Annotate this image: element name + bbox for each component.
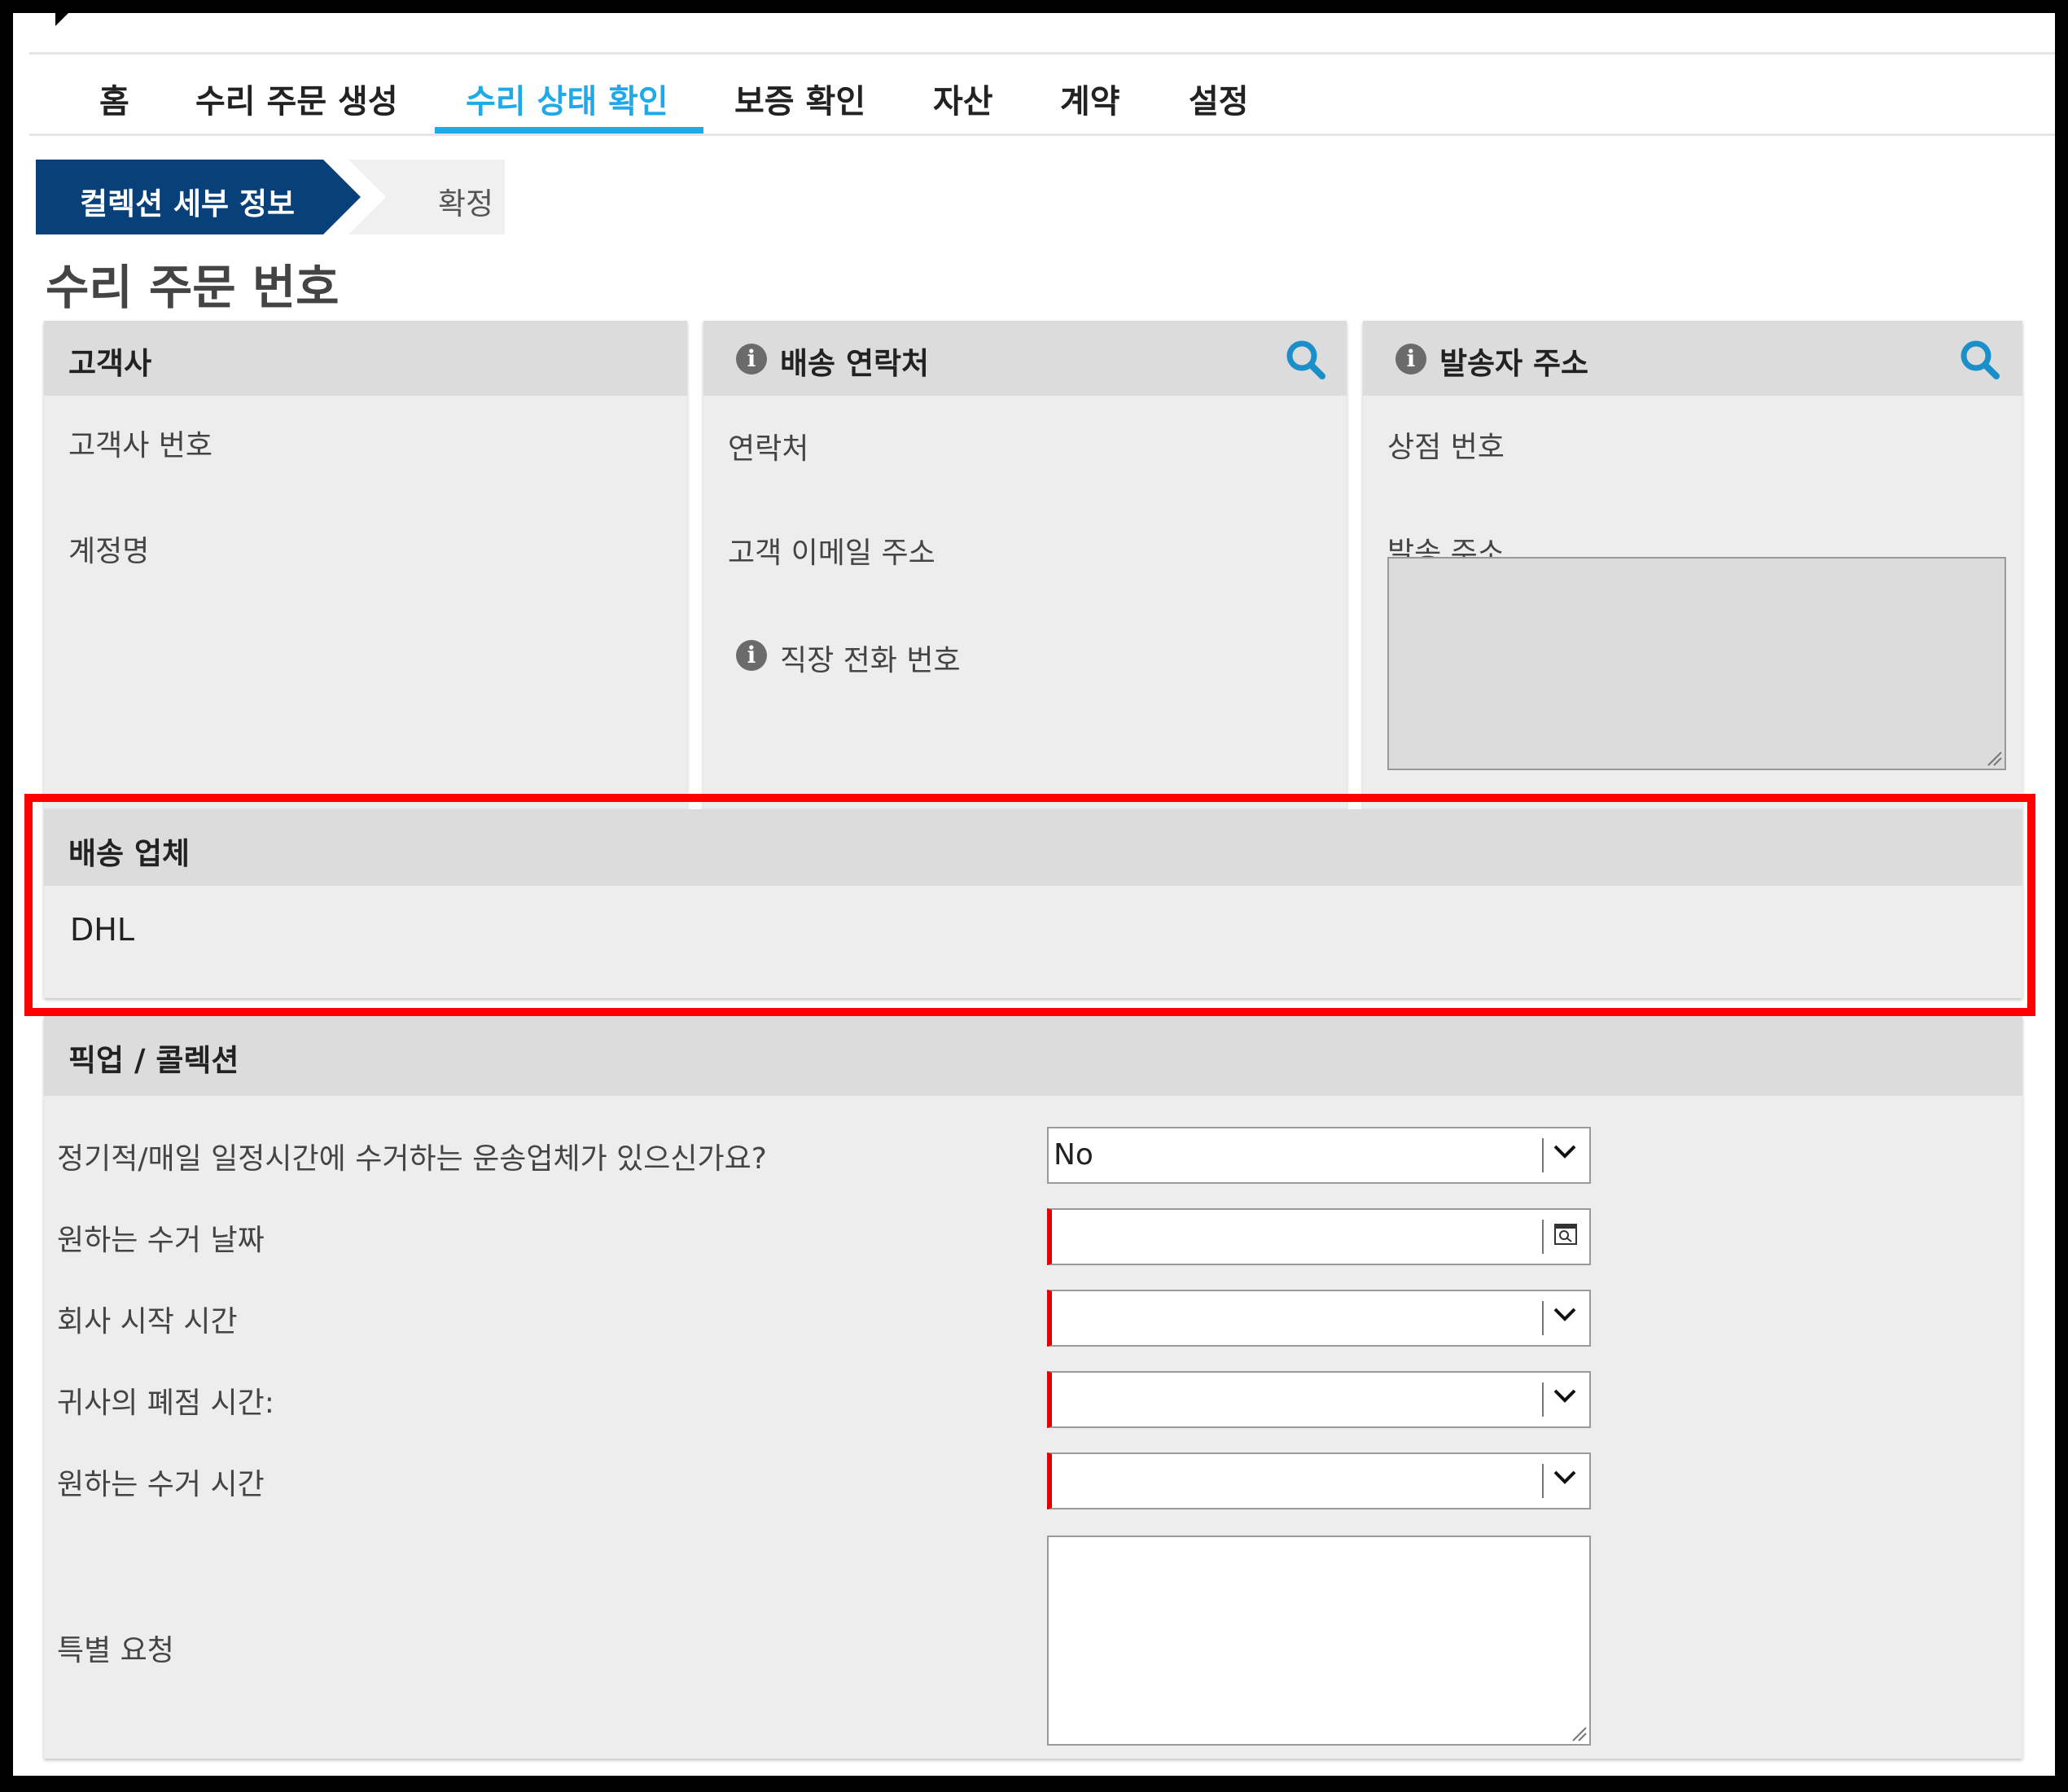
sender-address-card: i 발송자 주소 상점 번호 발송 주소 [1363, 321, 2022, 809]
shipping-contact-card: i 배송 연락처 연락처 고객 이메일 주소 i 직장 전화 번호 [703, 321, 1347, 809]
app-frame: 홈 수리 주문 생성 수리 상태 확인 보증 확인 자산 계약 설정 확정 컬렉… [13, 13, 2055, 1776]
customer-card: 고객사 고객사 번호 계정명 [44, 321, 687, 809]
select-separator [1542, 1382, 1544, 1417]
step-confirm-label: 확정 [438, 186, 494, 221]
shipping-contact-header: i 배송 연락처 [703, 321, 1347, 396]
resize-grip-icon[interactable] [1570, 1724, 1588, 1742]
shipping-address-textarea[interactable] [1387, 557, 2006, 770]
chevron-down-icon[interactable] [1550, 1137, 1579, 1166]
special-request-textarea[interactable] [1047, 1536, 1591, 1746]
pickup-time-select[interactable] [1047, 1452, 1591, 1509]
sender-address-header: i 발송자 주소 [1363, 321, 2022, 396]
customer-number-label: 고객사 번호 [68, 429, 213, 462]
regular-pickup-select[interactable]: No [1047, 1127, 1591, 1184]
pickup-date-input[interactable] [1047, 1208, 1591, 1265]
step-collection-details-label: 컬렉션 세부 정보 [80, 186, 296, 221]
company-start-label: 회사 시작 시간 [57, 1305, 238, 1339]
step-collection-details: 컬렉션 세부 정보 [36, 160, 323, 234]
nav-warranty-check[interactable]: 보증 확인 [734, 75, 865, 122]
select-separator [1542, 1138, 1544, 1172]
pickup-card-title: 픽업 / 콜렉션 [68, 1043, 239, 1078]
sender-address-title: 발송자 주소 [1439, 346, 1589, 381]
nav-settings[interactable]: 설정 [1189, 75, 1249, 122]
customer-card-title: 고객사 [68, 346, 152, 381]
account-name-label: 계정명 [68, 535, 150, 568]
select-separator [1542, 1301, 1544, 1335]
contact-label: 연락처 [728, 432, 809, 466]
nav-contracts[interactable]: 계약 [1060, 75, 1120, 122]
page-title: 수리 주문 번호 [46, 260, 340, 315]
nav-home[interactable]: 홈 [99, 75, 129, 122]
select-separator [1542, 1464, 1544, 1498]
info-icon: i [1395, 344, 1426, 375]
store-number-label: 상점 번호 [1387, 431, 1505, 464]
nav-assets[interactable]: 자산 [933, 75, 993, 122]
info-icon: i [736, 640, 767, 671]
info-icon: i [736, 344, 767, 375]
nav-create-repair-order[interactable]: 수리 주문 생성 [195, 75, 398, 122]
regular-pickup-value: No [1054, 1138, 1093, 1172]
active-tab-underline [435, 127, 703, 134]
top-divider [29, 52, 2055, 55]
chevron-down-icon[interactable] [1550, 1462, 1579, 1492]
window-corner [55, 13, 68, 26]
nav-repair-status[interactable]: 수리 상태 확인 [466, 75, 668, 122]
company-close-label: 귀사의 폐점 시간: [57, 1387, 274, 1420]
regular-pickup-label: 정기적/매일 일정시간에 수거하는 운송업체가 있으신가요? [57, 1142, 767, 1176]
step-arrow [323, 160, 361, 234]
search-icon[interactable] [1957, 337, 2003, 383]
pickup-time-label: 원하는 수거 시간 [57, 1468, 265, 1501]
work-phone-label: 직장 전화 번호 [780, 644, 961, 677]
pickup-card-header: 픽업 / 콜렉션 [44, 1016, 2022, 1096]
highlight-box [24, 794, 2035, 1016]
resize-grip-icon[interactable] [1985, 749, 2003, 767]
search-icon[interactable] [1283, 337, 1329, 383]
customer-card-header: 고객사 [44, 321, 687, 396]
company-start-select[interactable] [1047, 1290, 1591, 1347]
pickup-card: 픽업 / 콜렉션 정기적/매일 일정시간에 수거하는 운송업체가 있으신가요? … [44, 1016, 2022, 1759]
company-close-select[interactable] [1047, 1371, 1591, 1428]
special-request-label: 특별 요청 [57, 1634, 174, 1667]
calendar-search-icon[interactable] [1553, 1223, 1578, 1246]
main-nav: 홈 수리 주문 생성 수리 상태 확인 보증 확인 자산 계약 설정 [29, 55, 2055, 136]
chevron-down-icon[interactable] [1550, 1381, 1579, 1410]
input-separator [1542, 1220, 1544, 1254]
customer-email-label: 고객 이메일 주소 [728, 537, 935, 570]
chevron-down-icon[interactable] [1550, 1299, 1579, 1329]
pickup-date-label: 원하는 수거 날짜 [57, 1224, 265, 1257]
shipping-contact-title: 배송 연락처 [780, 346, 930, 381]
